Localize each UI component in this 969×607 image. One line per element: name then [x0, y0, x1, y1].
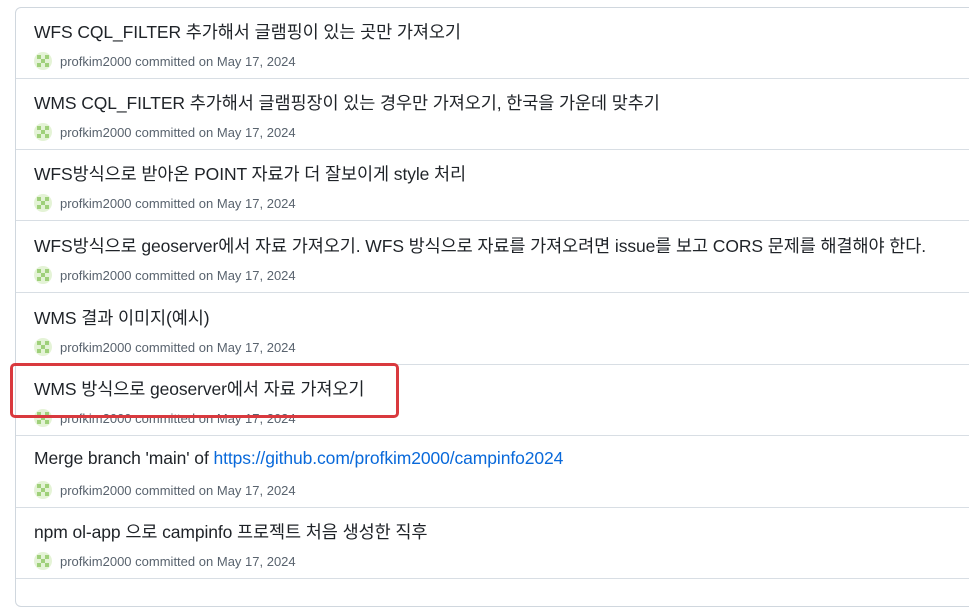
commit-row: WFS방식으로 geoserver에서 자료 가져오기. WFS 방식으로 자료…	[16, 222, 969, 293]
commit-author-link[interactable]: profkim2000	[60, 411, 132, 426]
commit-date-prefix: on	[198, 410, 214, 426]
commit-row: WFS방식으로 받아온 POINT 자료가 더 잘보이게 style 처리 pr…	[16, 150, 969, 221]
commit-date: May 17, 2024	[216, 339, 296, 355]
commit-author-link[interactable]: profkim2000	[60, 125, 132, 140]
commit-title-link[interactable]: WMS 방식으로 geoserver에서 자료 가져오기	[34, 376, 365, 401]
avatar-icon[interactable]	[34, 194, 52, 212]
commit-author-link[interactable]: profkim2000	[60, 268, 132, 283]
commit-date-prefix: on	[198, 553, 214, 569]
commit-meta: profkim2000 committed on May 17, 2024	[34, 194, 296, 212]
commit-title-link[interactable]: WFS방식으로 geoserver에서 자료 가져오기. WFS 방식으로 자료…	[34, 233, 926, 258]
commit-list: WFS CQL_FILTER 추가해서 글램핑이 있는 곳만 가져오기 prof…	[15, 7, 969, 607]
commit-row: WFS CQL_FILTER 추가해서 글램핑이 있는 곳만 가져오기 prof…	[16, 8, 969, 79]
commit-meta: profkim2000 committed on May 17, 2024	[34, 552, 296, 570]
commit-date-prefix: on	[198, 124, 214, 140]
commit-title-text[interactable]: Merge branch 'main' of	[34, 448, 213, 468]
commit-row: WMS CQL_FILTER 추가해서 글램핑장이 있는 경우만 가져오기, 한…	[16, 79, 969, 150]
commit-author-link[interactable]: profkim2000	[60, 554, 132, 569]
commit-action: committed	[135, 410, 196, 426]
commit-meta: profkim2000 committed on May 17, 2024	[34, 409, 296, 427]
commit-row-highlighted: WMS 방식으로 geoserver에서 자료 가져오기 profkim2000…	[16, 365, 969, 436]
commit-meta: profkim2000 committed on May 17, 2024	[34, 123, 296, 141]
commit-title: Merge branch 'main' of https://github.co…	[34, 448, 563, 469]
commit-row: WMS 결과 이미지(예시) profkim2000 committed on …	[16, 294, 969, 365]
commit-title-link[interactable]: WFS CQL_FILTER 추가해서 글램핑이 있는 곳만 가져오기	[34, 19, 461, 44]
commit-row: Merge branch 'main' of https://github.co…	[16, 437, 969, 508]
commit-meta: profkim2000 committed on May 17, 2024	[34, 338, 296, 356]
avatar-icon[interactable]	[34, 409, 52, 427]
commit-title-link[interactable]: WFS방식으로 받아온 POINT 자료가 더 잘보이게 style 처리	[34, 161, 466, 186]
commit-action: committed	[135, 195, 196, 211]
commit-date-prefix: on	[198, 482, 214, 498]
commit-date: May 17, 2024	[216, 267, 296, 283]
commit-title-link[interactable]: WMS 결과 이미지(예시)	[34, 305, 210, 330]
avatar-icon[interactable]	[34, 266, 52, 284]
commit-title-link[interactable]: npm ol-app 으로 campinfo 프로젝트 처음 생성한 직후	[34, 519, 427, 544]
avatar-icon[interactable]	[34, 338, 52, 356]
commit-action: committed	[135, 53, 196, 69]
commit-date: May 17, 2024	[216, 195, 296, 211]
commit-date: May 17, 2024	[216, 53, 296, 69]
commit-date-prefix: on	[198, 267, 214, 283]
commit-action: committed	[135, 482, 196, 498]
commit-author-link[interactable]: profkim2000	[60, 54, 132, 69]
repository-link[interactable]: https://github.com/profkim2000/campinfo2…	[213, 448, 563, 468]
avatar-icon[interactable]	[34, 552, 52, 570]
commit-action: committed	[135, 553, 196, 569]
commit-action: committed	[135, 124, 196, 140]
commit-author-link[interactable]: profkim2000	[60, 340, 132, 355]
commit-action: committed	[135, 267, 196, 283]
avatar-icon[interactable]	[34, 481, 52, 499]
commit-date: May 17, 2024	[216, 553, 296, 569]
commit-meta: profkim2000 committed on May 17, 2024	[34, 481, 296, 499]
commit-date-prefix: on	[198, 339, 214, 355]
commit-date-prefix: on	[198, 53, 214, 69]
commit-meta: profkim2000 committed on May 17, 2024	[34, 52, 296, 70]
commit-meta: profkim2000 committed on May 17, 2024	[34, 266, 296, 284]
avatar-icon[interactable]	[34, 123, 52, 141]
commit-row: npm ol-app 으로 campinfo 프로젝트 처음 생성한 직후 pr…	[16, 508, 969, 579]
commit-date: May 17, 2024	[216, 482, 296, 498]
commit-author-link[interactable]: profkim2000	[60, 483, 132, 498]
commit-date: May 17, 2024	[216, 124, 296, 140]
commit-author-link[interactable]: profkim2000	[60, 196, 132, 211]
commit-action: committed	[135, 339, 196, 355]
commit-date-prefix: on	[198, 195, 214, 211]
commit-title-link[interactable]: WMS CQL_FILTER 추가해서 글램핑장이 있는 경우만 가져오기, 한…	[34, 90, 660, 115]
commit-date: May 17, 2024	[216, 410, 296, 426]
avatar-icon[interactable]	[34, 52, 52, 70]
